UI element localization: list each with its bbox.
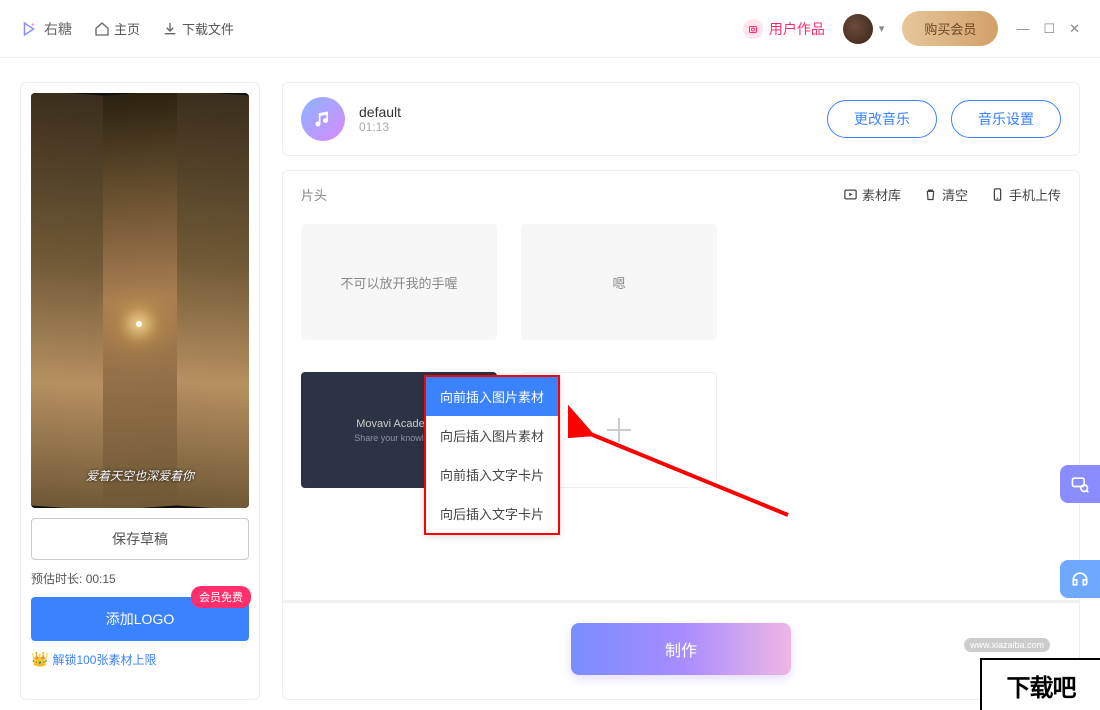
music-name: default [359, 104, 401, 120]
eta-value: 00:15 [86, 572, 116, 586]
music-duration: 01:13 [359, 120, 401, 134]
minimize-button[interactable]: — [1016, 21, 1029, 37]
camera-icon [743, 19, 763, 39]
user-works-label: 用户作品 [769, 19, 825, 39]
card-row-1: 不可以放开我的手喔 嗯 [301, 224, 1061, 340]
workspace: default 01:13 更改音乐 音乐设置 片头 素材库 清空 [282, 82, 1080, 700]
preview-caption: 爱着天空也深爱着你 [31, 467, 249, 484]
card-text: 嗯 [612, 273, 625, 292]
window-controls: — ☐ ✕ [1016, 21, 1080, 37]
clips-head: 片头 素材库 清空 手机上传 [283, 171, 1079, 218]
library-label: 素材库 [862, 185, 901, 204]
text-card[interactable]: 嗯 [521, 224, 717, 340]
mobile-label: 手机上传 [1009, 185, 1061, 204]
float-tab-support[interactable] [1060, 560, 1100, 598]
download-icon [162, 21, 178, 37]
mobile-upload-button[interactable]: 手机上传 [990, 185, 1061, 204]
music-meta: default 01:13 [359, 104, 401, 134]
phone-icon [990, 187, 1005, 202]
headset-icon [1070, 569, 1090, 589]
watermark-url: www.xiazaiba.com [964, 638, 1050, 652]
close-button[interactable]: ✕ [1069, 21, 1080, 37]
card-row-2: Movavi Academic Share your knowledge [301, 372, 1061, 488]
clear-label: 清空 [942, 185, 968, 204]
trash-icon [923, 187, 938, 202]
maximize-button[interactable]: ☐ [1043, 21, 1055, 37]
plus-icon [607, 418, 631, 442]
home-icon [94, 21, 110, 37]
ctx-insert-text-after[interactable]: 向后插入文字卡片 [426, 494, 558, 533]
logo-icon [20, 20, 38, 38]
unlock-label: 解锁100张素材上限 [52, 651, 156, 668]
context-menu: 向前插入图片素材 向后插入图片素材 向前插入文字卡片 向后插入文字卡片 [424, 375, 560, 535]
nav-home[interactable]: 主页 [94, 19, 140, 38]
ctx-insert-text-before[interactable]: 向前插入文字卡片 [426, 455, 558, 494]
clips-body: 不可以放开我的手喔 嗯 Movavi Academic Share your k… [283, 218, 1079, 600]
crown-icon: 👑 [31, 651, 48, 668]
buy-membership-button[interactable]: 购买会员 [902, 11, 998, 46]
eta-label: 预估时长: [31, 572, 82, 586]
video-preview[interactable]: 爱着天空也深爱着你 [31, 93, 249, 508]
make-button[interactable]: 制作 [571, 623, 791, 675]
member-free-badge: 会员免费 [191, 586, 251, 608]
add-logo-wrap: 会员免费 添加LOGO [31, 597, 249, 641]
section-label: 片头 [301, 185, 327, 204]
user-menu[interactable]: ▾ [843, 14, 885, 44]
avatar [843, 14, 873, 44]
save-draft-button[interactable]: 保存草稿 [31, 518, 249, 560]
library-button[interactable]: 素材库 [843, 185, 901, 204]
music-icon [301, 97, 345, 141]
card-text: 不可以放开我的手喔 [340, 273, 457, 292]
change-music-button[interactable]: 更改音乐 [827, 100, 937, 138]
titlebar-right: 用户作品 ▾ 购买会员 — ☐ ✕ [743, 11, 1080, 46]
make-bar: 制作 [283, 600, 1079, 699]
music-settings-button[interactable]: 音乐设置 [951, 100, 1061, 138]
logo-text: 右糖 [44, 19, 72, 39]
titlebar-left: 右糖 主页 下载文件 [20, 19, 234, 39]
app-logo: 右糖 [20, 19, 72, 39]
float-tab-tutorial[interactable] [1060, 465, 1100, 503]
video-search-icon [1070, 474, 1090, 494]
music-actions: 更改音乐 音乐设置 [827, 100, 1061, 138]
nav-download[interactable]: 下载文件 [162, 19, 234, 38]
play-box-icon [843, 187, 858, 202]
nav-home-label: 主页 [114, 19, 140, 38]
ctx-insert-image-before[interactable]: 向前插入图片素材 [426, 377, 558, 416]
watermark-logo: 下载吧 [980, 658, 1100, 710]
user-works-link[interactable]: 用户作品 [743, 19, 825, 39]
eta-text: 预估时长: 00:15 [31, 570, 249, 587]
chevron-down-icon: ▾ [879, 22, 885, 35]
nav-download-label: 下载文件 [182, 19, 234, 38]
unlock-link[interactable]: 👑 解锁100张素材上限 [31, 651, 249, 668]
ctx-insert-image-after[interactable]: 向后插入图片素材 [426, 416, 558, 455]
preview-panel: 爱着天空也深爱着你 保存草稿 预估时长: 00:15 会员免费 添加LOGO 👑… [20, 82, 260, 700]
music-bar: default 01:13 更改音乐 音乐设置 [282, 82, 1080, 156]
clips-panel: 片头 素材库 清空 手机上传 [282, 170, 1080, 700]
clear-button[interactable]: 清空 [923, 185, 968, 204]
text-card[interactable]: 不可以放开我的手喔 [301, 224, 497, 340]
clips-tools: 素材库 清空 手机上传 [843, 185, 1061, 204]
titlebar: 右糖 主页 下载文件 用户作品 ▾ 购买会员 — ☐ ✕ [0, 0, 1100, 58]
